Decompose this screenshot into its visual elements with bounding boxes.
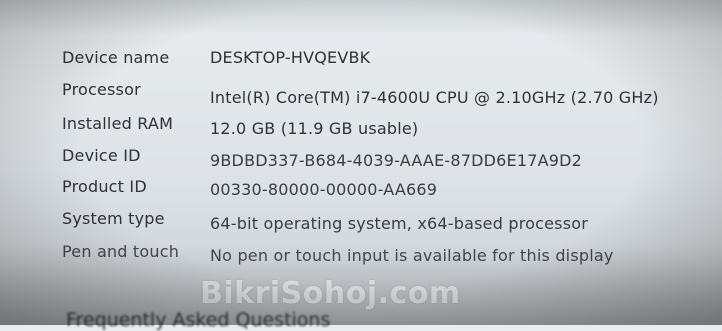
spec-row-pen-and-touch: Pen and touch No pen or touch input is a…	[62, 242, 702, 270]
spec-value[interactable]: 00330-80000-00000-AA669	[210, 180, 437, 199]
spec-row-processor: Processor Intel(R) Core(TM) i7-4600U CPU…	[62, 80, 702, 108]
spec-row-device-id: Device ID 9BDBD337-B684-4039-AAAE-87DD6E…	[62, 146, 702, 174]
spec-label: Processor	[62, 80, 141, 99]
spec-value[interactable]: Intel(R) Core(TM) i7-4600U CPU @ 2.10GHz…	[210, 88, 659, 107]
spec-label: Device name	[62, 48, 170, 67]
spec-label: Installed RAM	[62, 114, 174, 133]
faq-heading: Frequently Asked Questions	[66, 309, 331, 331]
watermark: BikriSohoj.com	[200, 276, 461, 311]
spec-value[interactable]: 64-bit operating system, x64-based proce…	[210, 214, 588, 233]
spec-label: System type	[62, 209, 165, 228]
spec-label: Device ID	[62, 146, 141, 165]
spec-row-system-type: System type 64-bit operating system, x64…	[62, 209, 702, 237]
spec-value[interactable]: 12.0 GB (11.9 GB usable)	[210, 119, 418, 138]
spec-row-installed-ram: Installed RAM 12.0 GB (11.9 GB usable)	[62, 114, 702, 142]
spec-value[interactable]: 9BDBD337-B684-4039-AAAE-87DD6E17A9D2	[210, 151, 582, 170]
spec-value[interactable]: No pen or touch input is available for t…	[210, 246, 614, 265]
spec-value[interactable]: DESKTOP-HVQEVBK	[210, 48, 370, 67]
spec-row-device-name: Device name DESKTOP-HVQEVBK	[62, 48, 702, 76]
spec-row-product-id: Product ID 00330-80000-00000-AA669	[62, 177, 702, 205]
spec-label: Pen and touch	[62, 242, 180, 261]
spec-label: Product ID	[62, 177, 147, 196]
